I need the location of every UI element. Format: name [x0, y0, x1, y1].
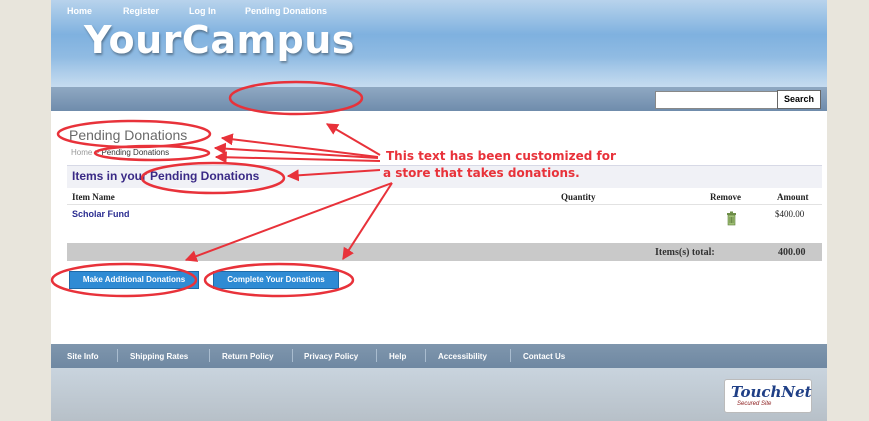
footer-contact-us[interactable]: Contact Us [523, 352, 565, 361]
column-item-name: Item Name [72, 192, 115, 202]
footer-divider [117, 349, 118, 362]
column-amount: Amount [777, 192, 809, 202]
column-quantity: Quantity [561, 192, 596, 202]
nav-login[interactable]: Log In [189, 6, 216, 16]
header-banner: YourCampus [51, 0, 827, 87]
search-button[interactable]: Search [777, 90, 821, 109]
cart-heading: Items in your Pending Donations [72, 169, 260, 183]
footer-site-info[interactable]: Site Info [67, 352, 99, 361]
nav-home[interactable]: Home [67, 6, 92, 16]
site-logo[interactable]: YourCampus [84, 18, 355, 62]
annotation-line-2: a store that takes donations. [383, 166, 580, 180]
table-divider [67, 204, 822, 205]
total-value: 400.00 [778, 247, 806, 258]
right-margin [827, 0, 869, 421]
complete-donations-button[interactable]: Complete Your Donations [213, 271, 339, 289]
footer-divider [510, 349, 511, 362]
footer-privacy-policy[interactable]: Privacy Policy [304, 352, 358, 361]
column-remove: Remove [710, 192, 741, 202]
item-amount: $400.00 [775, 209, 805, 219]
touchnet-name: TouchNet [731, 383, 812, 401]
footer-divider [209, 349, 210, 362]
make-additional-donations-button[interactable]: Make Additional Donations [69, 271, 199, 289]
footer-bottom [51, 368, 827, 421]
breadcrumb-home[interactable]: Home [71, 148, 92, 157]
breadcrumb-current: Pending Donations [101, 148, 170, 157]
breadcrumb: Home > Pending Donations [71, 148, 169, 157]
touchnet-tagline: Secured Site [737, 401, 772, 407]
store-page: YourCampus Home Register Log In Pending … [51, 0, 827, 421]
footer-divider [292, 349, 293, 362]
annotation-line-1: This text has been customized for [386, 149, 616, 163]
screenshot-frame: YourCampus Home Register Log In Pending … [0, 0, 869, 421]
nav-register[interactable]: Register [123, 6, 159, 16]
trash-icon[interactable] [726, 211, 737, 226]
left-margin [0, 0, 51, 421]
footer-divider [376, 349, 377, 362]
touchnet-logo[interactable]: TouchNet Secured Site [724, 379, 812, 413]
page-title: Pending Donations [69, 127, 188, 143]
total-label: Items(s) total: [655, 247, 715, 258]
footer-return-policy[interactable]: Return Policy [222, 352, 274, 361]
search-input[interactable] [655, 91, 778, 109]
footer-divider [425, 349, 426, 362]
item-name-link[interactable]: Scholar Fund [72, 209, 130, 219]
footer-accessibility[interactable]: Accessibility [438, 352, 487, 361]
footer-help[interactable]: Help [389, 352, 406, 361]
nav-pending-donations[interactable]: Pending Donations [245, 6, 327, 16]
footer-shipping-rates[interactable]: Shipping Rates [130, 352, 188, 361]
